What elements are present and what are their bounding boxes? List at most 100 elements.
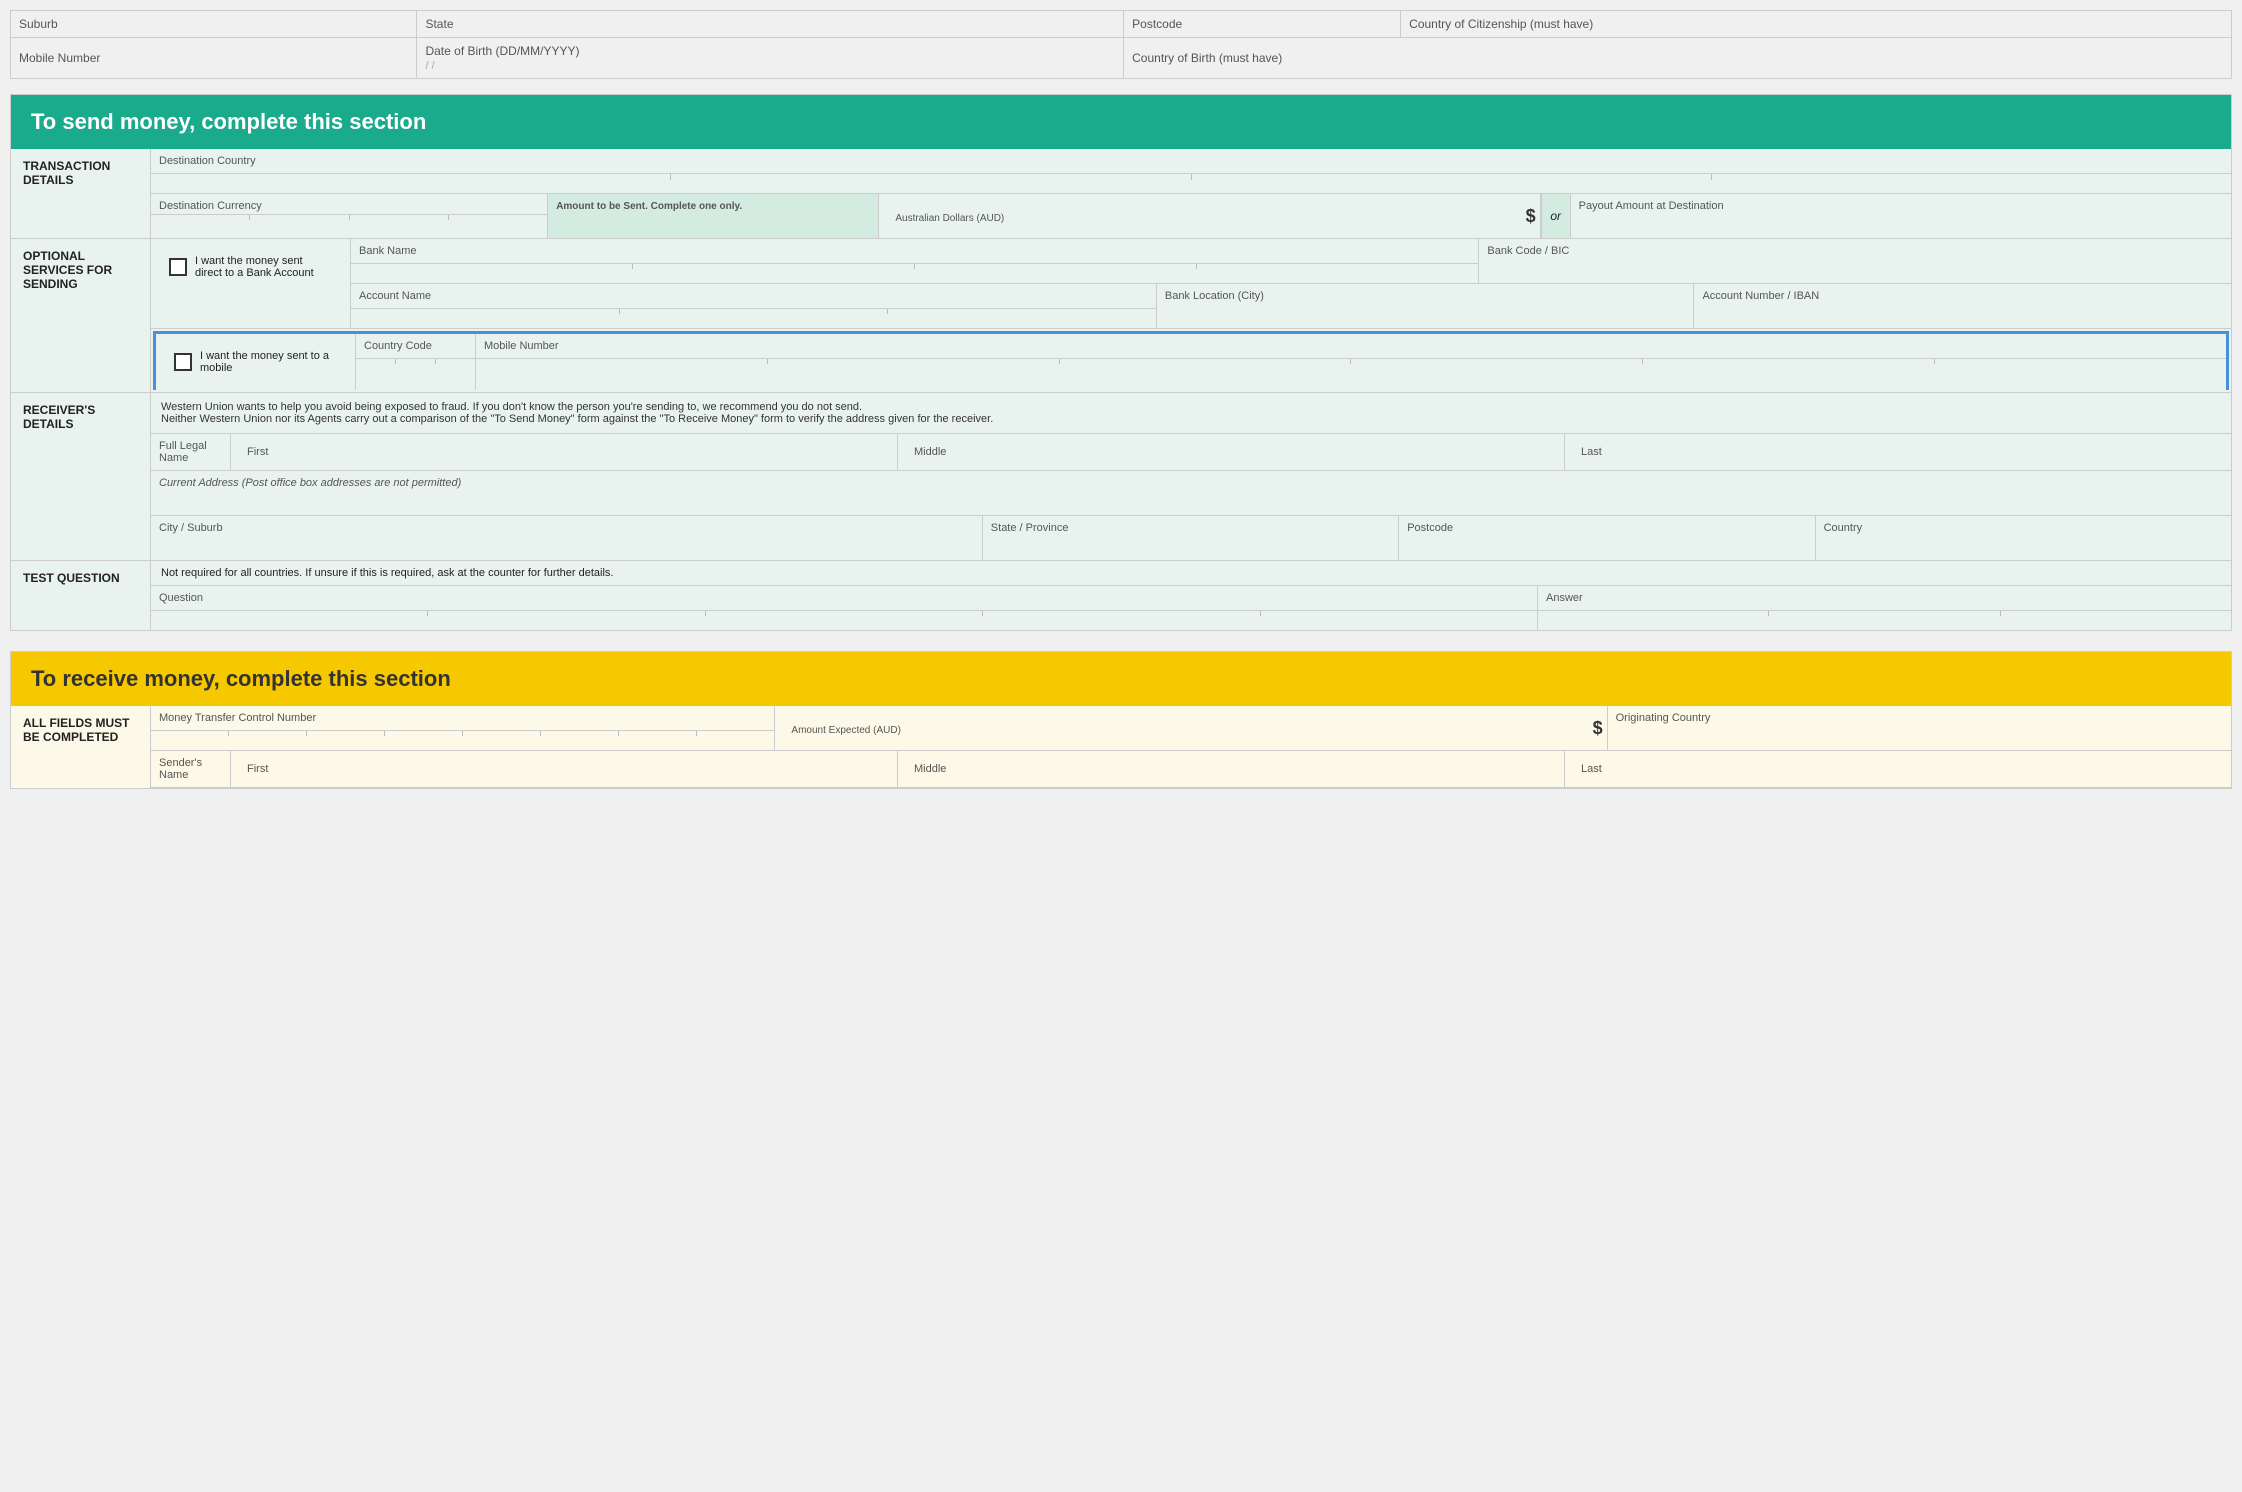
first-name-cell: First — [231, 434, 898, 470]
mobile-header: Mobile Number — [11, 38, 417, 79]
mobile-subrow: I want the money sent to a mobile Countr… — [153, 331, 2229, 390]
address-row: Current Address (Post office box address… — [151, 471, 2231, 516]
transaction-content: Destination Country Destination Currency — [151, 149, 2231, 238]
dollar-sign: $ — [1522, 206, 1540, 227]
first-name-label: First — [239, 440, 889, 460]
state-province-label: State / Province — [983, 516, 1398, 536]
current-address-cell: Current Address (Post office box address… — [151, 471, 2231, 515]
control-number-label: Money Transfer Control Number — [151, 706, 774, 726]
amount-to-sent-label: Amount to be Sent. Complete one only. — [548, 194, 878, 215]
receive-money-section: To receive money, complete this section … — [10, 651, 2232, 789]
receive-section-header: To receive money, complete this section — [11, 652, 2231, 706]
receivers-details-row: RECEIVER'S DETAILS Western Union wants t… — [11, 393, 2231, 561]
mobile-checkbox-row[interactable]: I want the money sent to a mobile — [164, 342, 347, 382]
question-cell: Question — [151, 586, 1538, 630]
amount-label-cell: Amount to be Sent. Complete one only. — [548, 194, 879, 238]
optional-services-row: OPTIONAL SERVICES FOR SENDING I want the… — [11, 239, 2231, 393]
senders-name-row: Sender's Name First Middle Last — [151, 751, 2231, 788]
all-fields-label: All fields must be completed — [11, 706, 151, 788]
destination-currency-label: Destination Currency — [151, 194, 547, 214]
amount-expected-cell: Amount Expected (AUD) $ — [775, 706, 1607, 750]
control-number-cell: Money Transfer Control Number — [151, 706, 775, 750]
optional-services-label: OPTIONAL SERVICES FOR SENDING — [11, 239, 151, 392]
account-name-cell: Account Name — [351, 284, 1157, 328]
originating-country-cell: Originating Country — [1608, 706, 2231, 750]
middle-name-cell: Middle — [898, 434, 1565, 470]
city-suburb-cell: City / Suburb — [151, 516, 983, 560]
receive-dollar-sign: $ — [1589, 718, 1607, 739]
test-question-note: Not required for all countries. If unsur… — [151, 561, 2231, 586]
amount-expected-label: Amount Expected (AUD) — [783, 719, 1580, 738]
sender-first-cell: First — [231, 751, 898, 787]
receivers-label: RECEIVER'S DETAILS — [11, 393, 151, 560]
control-number-row: Money Transfer Control Number Amo — [151, 706, 2231, 751]
mobile-number-label: Mobile Number — [476, 334, 2226, 354]
all-fields-row: All fields must be completed Money Trans… — [11, 706, 2231, 788]
bank-code-label: Bank Code / BIC — [1479, 239, 2231, 259]
test-question-content: Not required for all countries. If unsur… — [151, 561, 2231, 630]
transaction-details-row: TRANSACTION DETAILS Destination Country — [11, 149, 2231, 239]
mobile-number-cell: Mobile Number — [476, 334, 2226, 390]
country-birth-header: Country of Birth (must have) — [1124, 38, 2232, 79]
destination-country-cell: Destination Country — [151, 149, 2231, 193]
country-code-label: Country Code — [356, 334, 475, 354]
transaction-label: TRANSACTION DETAILS — [11, 149, 151, 238]
postcode-label: Postcode — [1399, 516, 1814, 536]
senders-name-cell: Sender's Name — [151, 751, 231, 787]
originating-country-label: Originating Country — [1608, 706, 2231, 726]
receive-fields-content: Money Transfer Control Number Amo — [151, 706, 2231, 788]
sender-first-label: First — [239, 757, 889, 777]
bank-location-cell: Bank Location (City) — [1157, 284, 1695, 328]
aud-label: Australian Dollars (AUD) — [887, 207, 1513, 226]
postcode-header: Postcode — [1124, 11, 1401, 38]
send-section-header: To send money, complete this section — [11, 95, 2231, 149]
mobile-fields: Country Code Mobile Number — [356, 334, 2226, 390]
bank-fields: Bank Name Bank Code / BIC — [351, 239, 2231, 328]
country-code-cell: Country Code — [356, 334, 476, 390]
mobile-checkbox-label: I want the money sent to a mobile — [200, 350, 337, 374]
state-province-cell: State / Province — [983, 516, 1399, 560]
middle-name-label: Middle — [906, 440, 1556, 460]
send-money-section: To send money, complete this section TRA… — [10, 94, 2232, 631]
mobile-checkbox[interactable] — [174, 353, 192, 371]
sender-middle-label: Middle — [906, 757, 1556, 777]
bank-checkbox-row[interactable]: I want the money sent direct to a Bank A… — [159, 247, 342, 287]
bank-account-subrow: I want the money sent direct to a Bank A… — [151, 239, 2231, 329]
postcode-cell: Postcode — [1399, 516, 1815, 560]
fraud-notice: Western Union wants to help you avoid be… — [151, 393, 2231, 434]
dob-header: Date of Birth (DD/MM/YYYY) / / — [417, 38, 1124, 79]
question-label: Question — [151, 586, 1537, 606]
full-legal-name-cell: Full Legal Name — [151, 434, 231, 470]
or-divider: or — [1541, 194, 1571, 238]
country-label: Country — [1816, 516, 2231, 536]
account-name-label: Account Name — [351, 284, 1156, 304]
account-number-cell: Account Number / IBAN — [1694, 284, 2231, 328]
bank-location-label: Bank Location (City) — [1157, 284, 1694, 304]
city-state-row: City / Suburb State / Province Postcode … — [151, 516, 2231, 560]
question-answer-row: Question Answer — [151, 586, 2231, 630]
currency-amount-row: Destination Currency Amount to be Sent. … — [151, 194, 2231, 238]
last-name-cell: Last — [1565, 434, 2231, 470]
city-suburb-label: City / Suburb — [151, 516, 982, 536]
bank-checkbox-cell: I want the money sent direct to a Bank A… — [151, 239, 351, 328]
answer-cell: Answer — [1538, 586, 2231, 630]
answer-label: Answer — [1538, 586, 2231, 606]
mobile-checkbox-cell: I want the money sent to a mobile — [156, 334, 356, 390]
payout-amount-cell: Payout Amount at Destination — [1571, 194, 2231, 238]
test-question-row: TEST QUESTION Not required for all count… — [11, 561, 2231, 630]
optional-services-content: I want the money sent direct to a Bank A… — [151, 239, 2231, 392]
existing-customer-table: Suburb State Postcode Country of Citizen… — [10, 10, 2232, 79]
last-name-label: Last — [1573, 440, 2223, 460]
bank-checkbox[interactable] — [169, 258, 187, 276]
destination-country-label: Destination Country — [151, 149, 2231, 169]
bank-name-label: Bank Name — [351, 239, 1478, 259]
state-header: State — [417, 11, 1124, 38]
aud-amount-cell: Australian Dollars (AUD) $ — [879, 194, 1540, 238]
country-cell: Country — [1816, 516, 2231, 560]
current-address-label: Current Address (Post office box address… — [151, 471, 2231, 491]
bank-name-code-row: Bank Name Bank Code / BIC — [351, 239, 2231, 284]
payout-amount-label: Payout Amount at Destination — [1571, 194, 2231, 214]
test-question-label: TEST QUESTION — [11, 561, 151, 630]
sender-middle-cell: Middle — [898, 751, 1565, 787]
destination-country-row: Destination Country — [151, 149, 2231, 194]
